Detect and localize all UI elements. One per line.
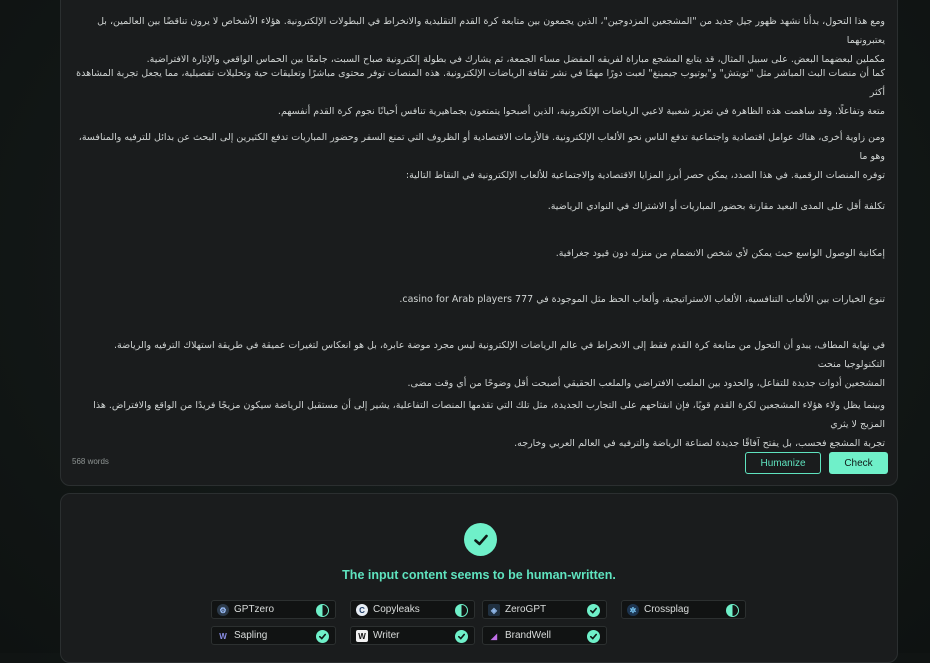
paragraph-line: في نهاية المطاف، يبدو أن التحول من متابع…: [113, 340, 885, 370]
partial-status-icon: [316, 603, 329, 617]
brandwell-logo-icon: ◢: [490, 631, 498, 641]
copyleaks-logo-icon: C: [356, 604, 368, 616]
text-editor-card: ومع هذا التحول، بدأنا نشهد ظهور جيل جديد…: [60, 0, 898, 486]
detector-name: Writer: [373, 630, 400, 641]
detector-name: ZeroGPT: [505, 604, 547, 615]
result-card: The input content seems to be human-writ…: [60, 493, 898, 663]
detector-zerogpt: ◈ ZeroGPT: [482, 600, 607, 619]
pass-status-icon: [455, 629, 468, 643]
crossplag-logo-icon: ✲: [627, 604, 639, 616]
paragraph: تكلفة أقل على المدى البعيد مقارنة بحضور …: [75, 197, 885, 216]
pass-status-icon: [587, 629, 600, 643]
sapling-logo-icon: W: [219, 631, 227, 641]
paragraph-line: ومن زاوية أخرى، هناك عوامل اقتصادية واجت…: [78, 132, 885, 162]
zerogpt-logo-icon: ◈: [488, 604, 500, 616]
detector-name: BrandWell: [505, 630, 551, 641]
paragraph-line: وبينما يظل ولاء هؤلاء المشجعين لكرة القد…: [93, 400, 885, 430]
paragraph: ومن زاوية أخرى، هناك عوامل اقتصادية واجت…: [75, 128, 885, 185]
paragraph-line: إمكانية الوصول الواسع حيث يمكن لأي شخص ا…: [555, 248, 885, 259]
paragraph-line: كما أن منصات البث المباشر مثل "تويتش" و"…: [76, 68, 885, 98]
paragraph-line: ومع هذا التحول، بدأنا نشهد ظهور جيل جديد…: [97, 16, 885, 46]
detector-name: GPTzero: [234, 604, 275, 615]
paragraph-line: تجربة المشجع فحسب، بل يفتح آفاقًا جديدة …: [514, 438, 885, 449]
paragraph: وبينما يظل ولاء هؤلاء المشجعين لكرة القد…: [75, 396, 885, 453]
pass-status-icon: [587, 603, 600, 617]
paragraph-line: المشجعين أدوات جديدة للتفاعل، والحدود بي…: [407, 378, 885, 389]
text-input-area[interactable]: ومع هذا التحول، بدأنا نشهد ظهور جيل جديد…: [71, 0, 885, 449]
partial-status-icon: [726, 603, 739, 617]
check-circle-icon: [464, 523, 497, 556]
paragraph-line: متعة وتفاعلًا. وقد ساهمت هذه الظاهرة في …: [277, 106, 885, 117]
detector-copyleaks: C Copyleaks: [350, 600, 475, 619]
paragraph: كما أن منصات البث المباشر مثل "تويتش" و"…: [75, 64, 885, 121]
gptzero-logo-icon: ⚙: [217, 604, 229, 616]
paragraph: في نهاية المطاف، يبدو أن التحول من متابع…: [75, 336, 885, 393]
paragraph: إمكانية الوصول الواسع حيث يمكن لأي شخص ا…: [75, 244, 885, 263]
detector-name: Crossplag: [644, 604, 690, 615]
partial-status-icon: [455, 603, 468, 617]
check-button[interactable]: Check: [829, 452, 888, 474]
paragraph-line: تنوع الخيارات بين الألعاب التنافسية، الأ…: [399, 294, 885, 305]
detector-sapling: W Sapling: [211, 626, 336, 645]
detector-name: Copyleaks: [373, 604, 420, 615]
detector-brandwell: ◢ BrandWell: [482, 626, 607, 645]
paragraph-line: تكلفة أقل على المدى البعيد مقارنة بحضور …: [547, 201, 885, 212]
paragraph-line: توفره المنصات الرقمية. في هذا الصدد، يمك…: [405, 170, 885, 181]
pass-status-icon: [316, 629, 329, 643]
detector-name: Sapling: [234, 630, 268, 641]
detector-writer: W Writer: [350, 626, 475, 645]
humanize-button[interactable]: Humanize: [745, 452, 821, 474]
result-message: The input content seems to be human-writ…: [342, 568, 616, 582]
detector-crossplag: ✲ Crossplag: [621, 600, 746, 619]
paragraph: ومع هذا التحول، بدأنا نشهد ظهور جيل جديد…: [75, 12, 885, 69]
writer-logo-icon: W: [356, 630, 368, 642]
paragraph: تنوع الخيارات بين الألعاب التنافسية، الأ…: [75, 290, 885, 309]
word-count: 568 words: [72, 457, 109, 466]
detector-gptzero: ⚙ GPTzero: [211, 600, 336, 619]
